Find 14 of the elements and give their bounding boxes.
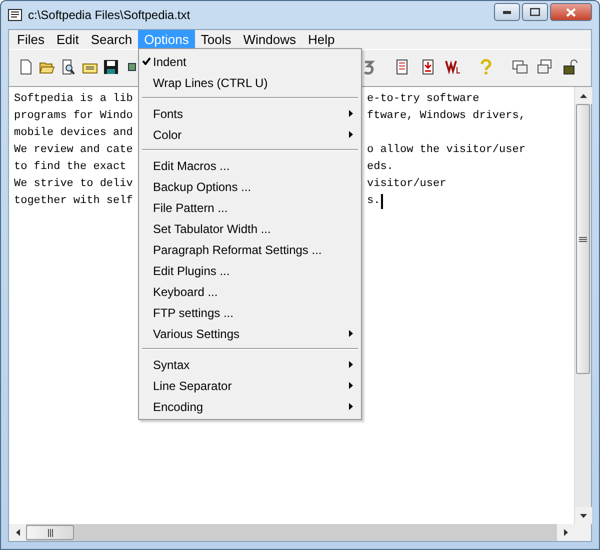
window-title: c:\Softpedia Files\Softpedia.txt (28, 8, 190, 22)
text-line: e-to-try software (367, 92, 480, 107)
text-line: We strive to deliv (14, 177, 133, 192)
text-line: mobile devices and (14, 126, 133, 141)
text-line: together with self (14, 194, 133, 209)
text-line: to find the exact (14, 160, 126, 175)
text-line: visitor/user (367, 177, 446, 192)
text-line: Softpedia is a lib (14, 92, 133, 107)
text-line: eds. (367, 160, 394, 175)
text-line: s. (367, 194, 380, 209)
text-line: programs for Windo (14, 109, 133, 124)
text-line: o allow the visitor/user (367, 143, 526, 158)
text-line: We review and cate (14, 143, 133, 158)
text-line: ftware, Windows drivers, (367, 109, 526, 124)
